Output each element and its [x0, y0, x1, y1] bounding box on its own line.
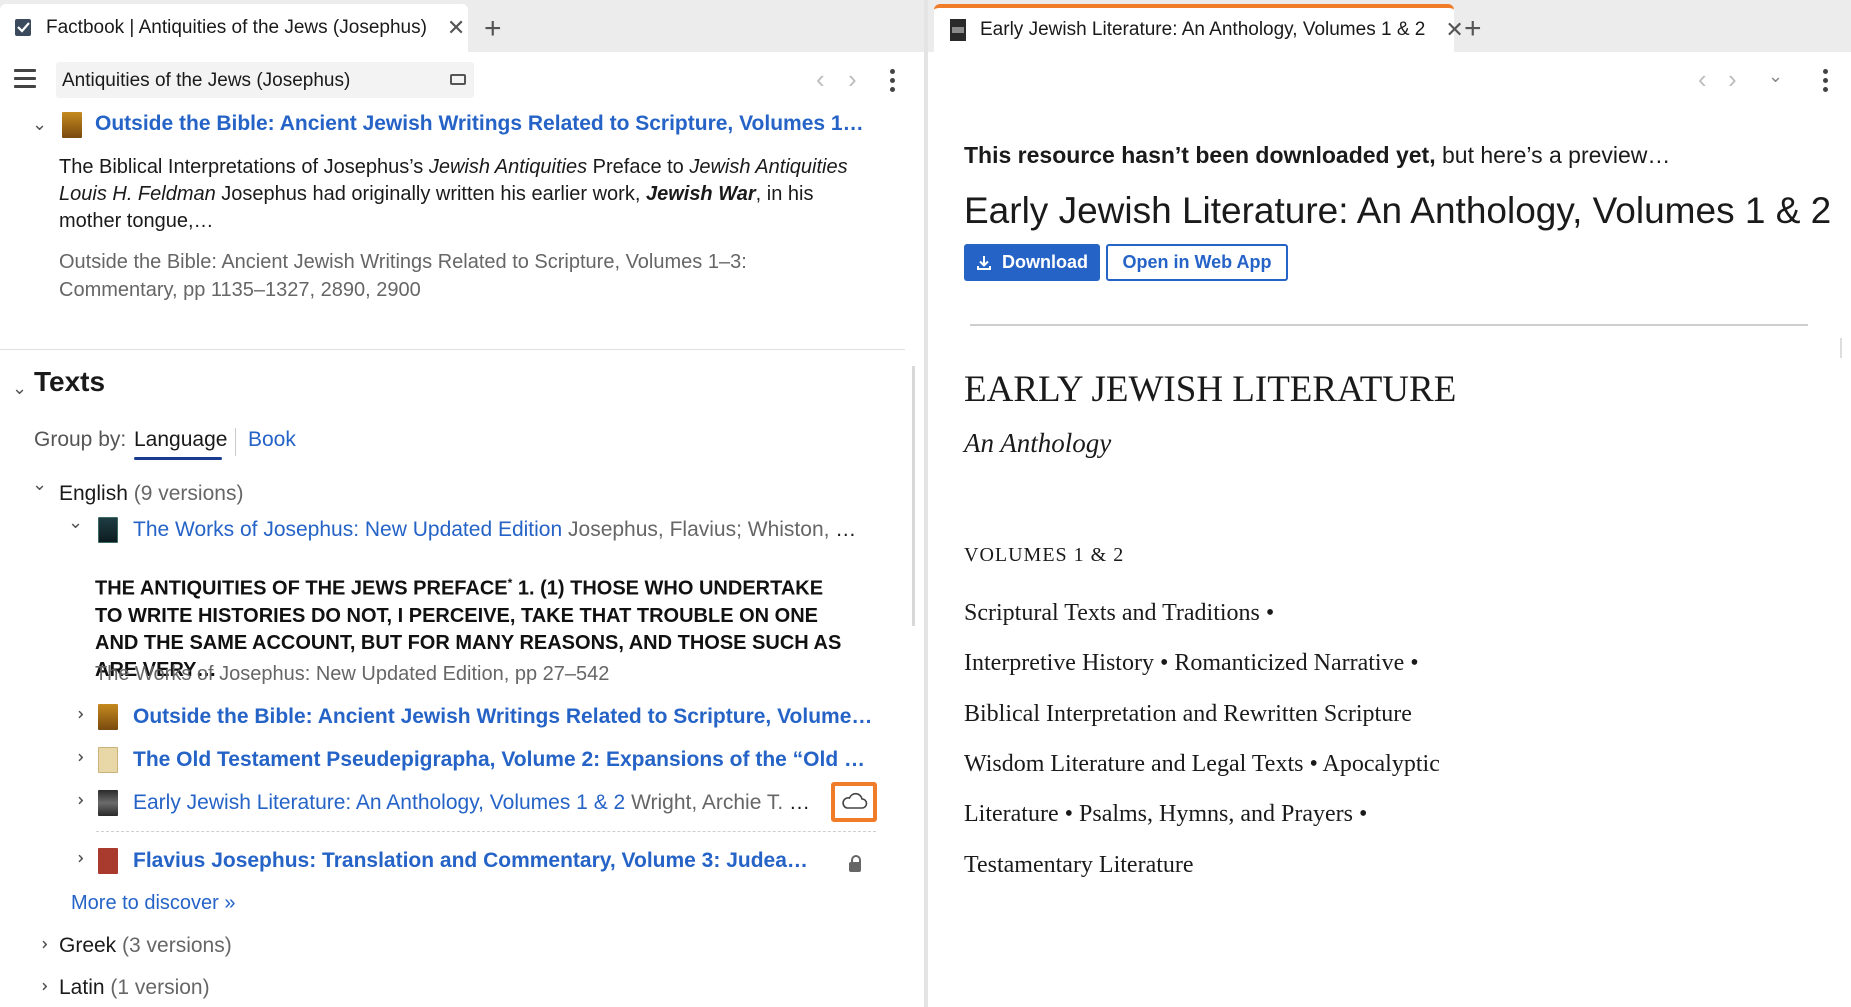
menu-icon[interactable]: [14, 69, 36, 93]
more-to-discover-link[interactable]: More to discover »: [71, 892, 236, 915]
reference-box[interactable]: Antiquities of the Jews (Josephus): [56, 62, 474, 98]
checklist-icon: [15, 19, 31, 36]
language-greek[interactable]: Greek (3 versions): [59, 934, 232, 958]
book-cover-icon: [98, 848, 118, 874]
factbook-content: ⌄ Outside the Bible: Ancient Jewish Writ…: [0, 106, 924, 1007]
forward-arrow-icon[interactable]: ›: [848, 64, 857, 95]
right-tab-bar: Early Jewish Literature: An Anthology, V…: [928, 0, 1851, 52]
resource-row-early-jewish-literature[interactable]: Early Jewish Literature: An Anthology, V…: [133, 791, 816, 815]
chevron-down-icon[interactable]: ⌄: [12, 378, 27, 399]
chevron-right-icon[interactable]: ⌄: [67, 707, 88, 722]
left-toolbar: Antiquities of the Jews (Josephus) ‹ ›: [0, 52, 924, 106]
group-by-book[interactable]: Book: [248, 428, 296, 452]
chevron-down-icon[interactable]: ⌄: [68, 512, 83, 533]
left-tab-bar: Factbook | Antiquities of the Jews (Jose…: [0, 0, 924, 52]
tab-factbook[interactable]: Factbook | Antiquities of the Jews (Jose…: [0, 4, 468, 52]
resource-row-works-of-josephus[interactable]: The Works of Josephus: New Updated Editi…: [133, 518, 873, 542]
chevron-right-icon[interactable]: ⌄: [67, 750, 88, 765]
works-source[interactable]: The Works of Josephus: New Updated Editi…: [95, 660, 855, 688]
book-line: Wisdom Literature and Legal Texts • Apoc…: [964, 751, 1440, 777]
resource-link-flavius-josephus[interactable]: Flavius Josephus: Translation and Commen…: [133, 849, 813, 873]
close-icon[interactable]: ✕: [1445, 17, 1463, 43]
result-snippet: The Biblical Interpretations of Josephus…: [59, 156, 848, 232]
chevron-right-icon[interactable]: ⌄: [31, 937, 52, 952]
chevron-right-icon[interactable]: ⌄: [31, 979, 52, 994]
resource-link-outside-the-bible-texts[interactable]: Outside the Bible: Ancient Jewish Writin…: [133, 705, 873, 729]
resource-title: Early Jewish Literature: An Anthology, V…: [964, 190, 1832, 231]
resource-link-outside-the-bible[interactable]: Outside the Bible: Ancient Jewish Writin…: [95, 112, 865, 136]
new-tab-button[interactable]: +: [484, 12, 502, 46]
back-arrow-icon[interactable]: ‹: [816, 64, 825, 95]
cloud-icon: [842, 792, 868, 809]
more-options-icon[interactable]: [890, 69, 896, 96]
book-cover-icon: [950, 19, 966, 41]
result-source[interactable]: Outside the Bible: Ancient Jewish Writin…: [59, 248, 819, 304]
book-line: Literature • Psalms, Hymns, and Prayers …: [964, 801, 1368, 827]
right-toolbar: ‹ › ⌄: [928, 52, 1851, 106]
content-rule: [970, 324, 1808, 326]
lock-icon: [849, 855, 861, 872]
book-cover-icon: [62, 112, 82, 138]
keyboard-icon[interactable]: [450, 74, 466, 85]
chevron-down-icon[interactable]: ⌄: [1768, 66, 1783, 87]
language-english[interactable]: English (9 versions): [59, 482, 243, 506]
tab-title: Early Jewish Literature: An Anthology, V…: [980, 19, 1426, 40]
book-cover-icon: [98, 790, 118, 816]
more-options-icon[interactable]: [1823, 69, 1829, 96]
scrollbar[interactable]: [1840, 338, 1842, 358]
reference-text: Antiquities of the Jews (Josephus): [62, 70, 351, 91]
tab-early-jewish-literature[interactable]: Early Jewish Literature: An Anthology, V…: [934, 4, 1464, 52]
book-line: Interpretive History • Romanticized Narr…: [964, 650, 1419, 676]
resource-preview: This resource hasn’t been downloaded yet…: [928, 106, 1851, 1007]
book-line: Biblical Interpretation and Rewritten Sc…: [964, 701, 1412, 727]
download-button[interactable]: Download: [964, 244, 1100, 281]
forward-arrow-icon[interactable]: ›: [1728, 64, 1737, 95]
section-divider: [0, 349, 905, 350]
language-latin[interactable]: Latin (1 version): [59, 976, 210, 1000]
group-by-label: Group by:: [34, 428, 127, 451]
chevron-right-icon[interactable]: ⌄: [67, 851, 88, 866]
book-volumes: VOLUMES 1 & 2: [964, 544, 1125, 566]
book-cover-icon: [98, 517, 118, 543]
active-underline: [134, 457, 222, 460]
preview-notice: This resource hasn’t been downloaded yet…: [964, 142, 1671, 168]
separator: [235, 428, 236, 456]
chevron-right-icon[interactable]: ⌄: [67, 793, 88, 808]
book-line: Testamentary Literature: [964, 852, 1194, 878]
row-divider: [96, 831, 876, 832]
new-tab-button[interactable]: +: [1464, 12, 1482, 46]
chevron-down-icon[interactable]: ⌄: [32, 114, 47, 135]
book-heading: EARLY JEWISH LITERATURE: [964, 369, 1457, 410]
book-line: Scriptural Texts and Traditions •: [964, 600, 1275, 626]
book-cover-icon: [98, 704, 118, 730]
close-icon[interactable]: ✕: [447, 15, 465, 41]
book-subtitle: An Anthology: [964, 428, 1112, 458]
open-in-web-app-button[interactable]: Open in Web App: [1106, 244, 1288, 281]
download-cloud-button[interactable]: [831, 782, 877, 822]
back-arrow-icon[interactable]: ‹: [1698, 64, 1707, 95]
resource-link-ot-pseudepigrapha[interactable]: The Old Testament Pseudepigrapha, Volume…: [133, 748, 873, 772]
group-by-language[interactable]: Language: [134, 428, 227, 452]
download-icon: [977, 255, 991, 270]
tab-title: Factbook | Antiquities of the Jews (Jose…: [46, 17, 427, 38]
book-cover-icon: [98, 747, 118, 773]
section-title-texts[interactable]: Texts: [34, 366, 105, 398]
download-label: Download: [1002, 252, 1088, 272]
chevron-down-icon[interactable]: ⌄: [32, 474, 47, 495]
scrollbar[interactable]: [912, 366, 915, 626]
